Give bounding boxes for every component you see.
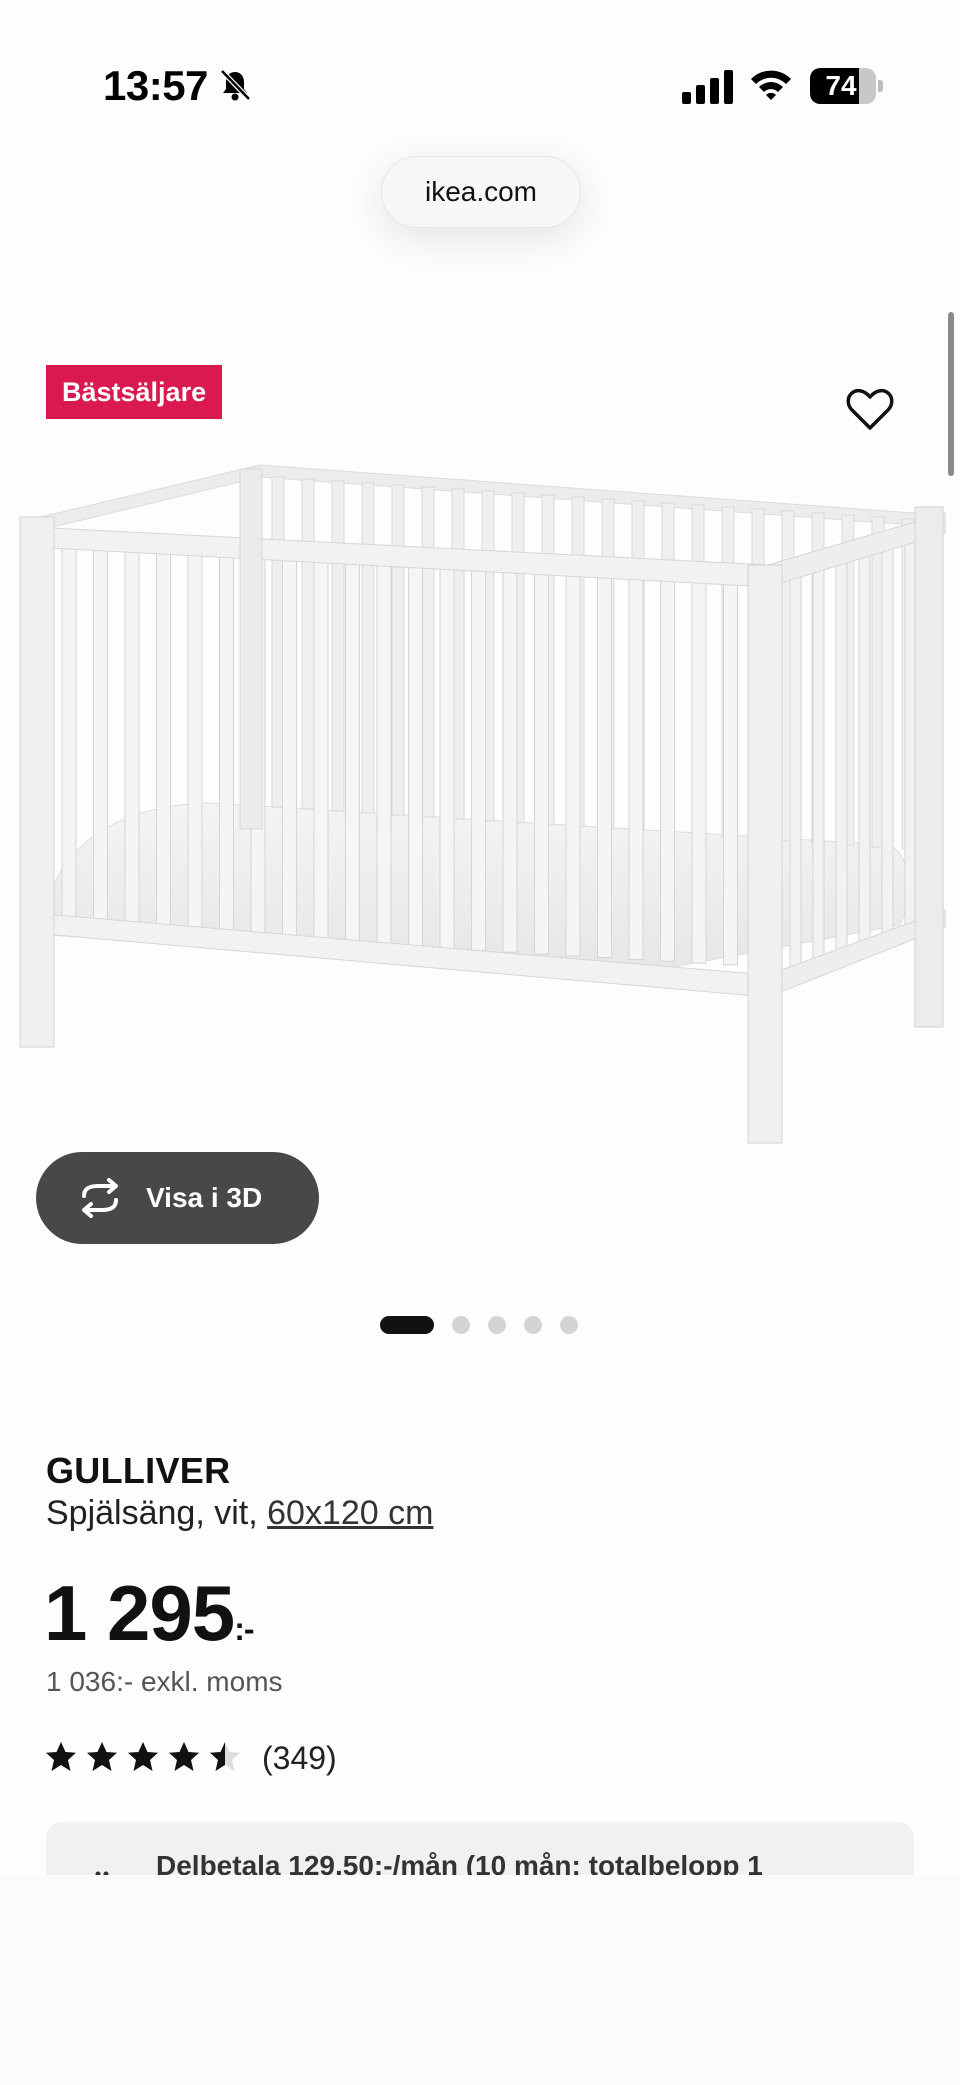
star-icon [87, 1742, 117, 1771]
price-main: 1 295 [44, 1569, 235, 1657]
bottom-blank-area [0, 1875, 960, 2085]
battery-icon: 74 [810, 68, 883, 104]
scrollbar[interactable] [948, 312, 954, 476]
carousel-dot[interactable] [452, 1316, 470, 1334]
carousel-dot[interactable] [380, 1316, 434, 1334]
status-bar: 13:57 74 [0, 0, 960, 140]
view-in-3d-label: Visa i 3D [146, 1182, 263, 1213]
product-name: GULLIVER [46, 1450, 231, 1491]
price: 1 295:- [44, 1568, 255, 1659]
battery-percent: 74 [825, 70, 857, 101]
star-icon [210, 1742, 240, 1771]
cellular-signal-icon [682, 70, 733, 104]
address-bar[interactable]: ikea.com [381, 156, 581, 228]
carousel-dot[interactable] [560, 1316, 578, 1334]
star-icon [128, 1742, 158, 1771]
star-icon [46, 1742, 76, 1771]
price-suffix: :- [234, 1611, 254, 1647]
rotate-3d-icon [82, 1178, 118, 1218]
star-icon [169, 1742, 199, 1771]
product-image-crib[interactable] [10, 455, 950, 1145]
bell-slash-icon [220, 69, 251, 101]
wifi-icon [751, 70, 791, 100]
heart-icon[interactable] [846, 388, 894, 432]
product-description: Spjälsäng, vit, 60x120 cm [46, 1494, 433, 1533]
view-in-3d-button[interactable]: Visa i 3D [36, 1152, 319, 1244]
review-count[interactable]: (349) [262, 1740, 337, 1777]
status-time: 13:57 [103, 62, 208, 109]
carousel-dot[interactable] [488, 1316, 506, 1334]
product-type: Spjälsäng, vit, [46, 1494, 258, 1532]
price-excl-vat: 1 036:- exkl. moms [46, 1666, 283, 1697]
size-link[interactable]: 60x120 cm [267, 1494, 433, 1532]
bestseller-badge: Bästsäljare [46, 365, 223, 419]
carousel-dot[interactable] [524, 1316, 542, 1334]
